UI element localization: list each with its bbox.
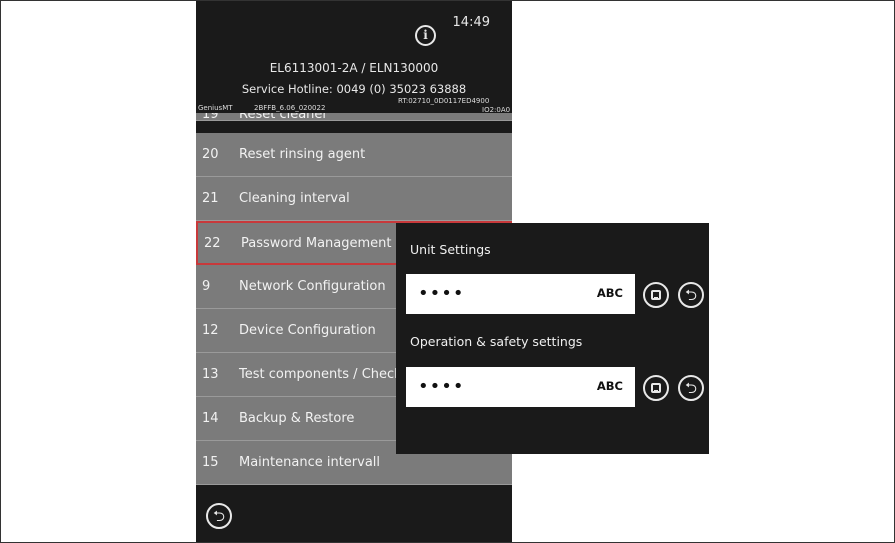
menu-item-label: Password Management	[241, 235, 392, 251]
password-mask: ••••	[418, 283, 465, 304]
menu-item-label: Maintenance intervall	[239, 455, 381, 470]
footer-bar: ⮌	[196, 494, 512, 542]
menu-item-number: 12	[202, 323, 219, 338]
service-hotline: Service Hotline: 0049 (0) 35023 63888	[241, 82, 467, 96]
software-label: GeniusMT	[198, 104, 233, 112]
menu-item-number: 22	[204, 235, 221, 251]
back-unit-button[interactable]: ⮌	[678, 282, 704, 308]
menu-item-number: 13	[202, 367, 219, 382]
menu-item-number: 20	[202, 147, 219, 162]
menu-item-number: 19	[202, 113, 219, 121]
back-operation-button[interactable]: ⮌	[678, 375, 704, 401]
unit-password-field[interactable]: •••• ABC	[406, 274, 635, 314]
menu-item-label: Cleaning interval	[239, 191, 350, 206]
software-version: 2BFFB_6.06_020022	[254, 104, 326, 112]
info-icon[interactable]: i	[415, 25, 436, 46]
operation-password-field[interactable]: •••• ABC	[406, 367, 635, 407]
menu-item-number: 15	[202, 455, 219, 470]
runtime-version: RT:02710_0D0117ED4900	[398, 97, 490, 105]
save-operation-button[interactable]	[643, 375, 669, 401]
menu-item-label: Reset cleaner	[239, 113, 328, 121]
menu-item[interactable]: 21 Cleaning interval	[196, 177, 512, 221]
menu-item-label: Device Configuration	[239, 323, 376, 338]
password-mask: ••••	[418, 376, 465, 397]
menu-item-label: Network Configuration	[239, 279, 386, 294]
back-icon: ⮌	[212, 507, 225, 525]
keyboard-mode-toggle[interactable]: ABC	[597, 286, 623, 300]
menu-item[interactable]: 19 Reset cleaner	[196, 113, 512, 121]
menu-item[interactable]: 20 Reset rinsing agent	[196, 133, 512, 177]
save-unit-button[interactable]	[643, 282, 669, 308]
operation-settings-title: Operation & safety settings	[410, 334, 583, 349]
save-icon	[651, 383, 661, 393]
clock: 14:49	[452, 15, 490, 30]
menu-item-label: Test components / Check	[239, 367, 402, 382]
status-header: i 14:49 EL6113001-2A / ELN130000 Service…	[196, 1, 512, 114]
back-button[interactable]: ⮌	[206, 503, 232, 529]
device-model: EL6113001-2A / ELN130000	[269, 61, 439, 75]
menu-item-label: Reset rinsing agent	[239, 147, 366, 162]
save-icon	[651, 290, 661, 300]
keyboard-mode-toggle[interactable]: ABC	[597, 379, 623, 393]
menu-item-label: Backup & Restore	[239, 411, 355, 426]
menu-item-number: 14	[202, 411, 219, 426]
menu-item-number: 21	[202, 191, 219, 206]
back-icon: ⮌	[684, 379, 697, 397]
unit-settings-title: Unit Settings	[410, 242, 491, 257]
back-icon: ⮌	[684, 286, 697, 304]
password-dialog: Unit Settings •••• ABC ⮌ Operation & saf…	[396, 223, 709, 454]
menu-item-number: 9	[202, 279, 211, 294]
